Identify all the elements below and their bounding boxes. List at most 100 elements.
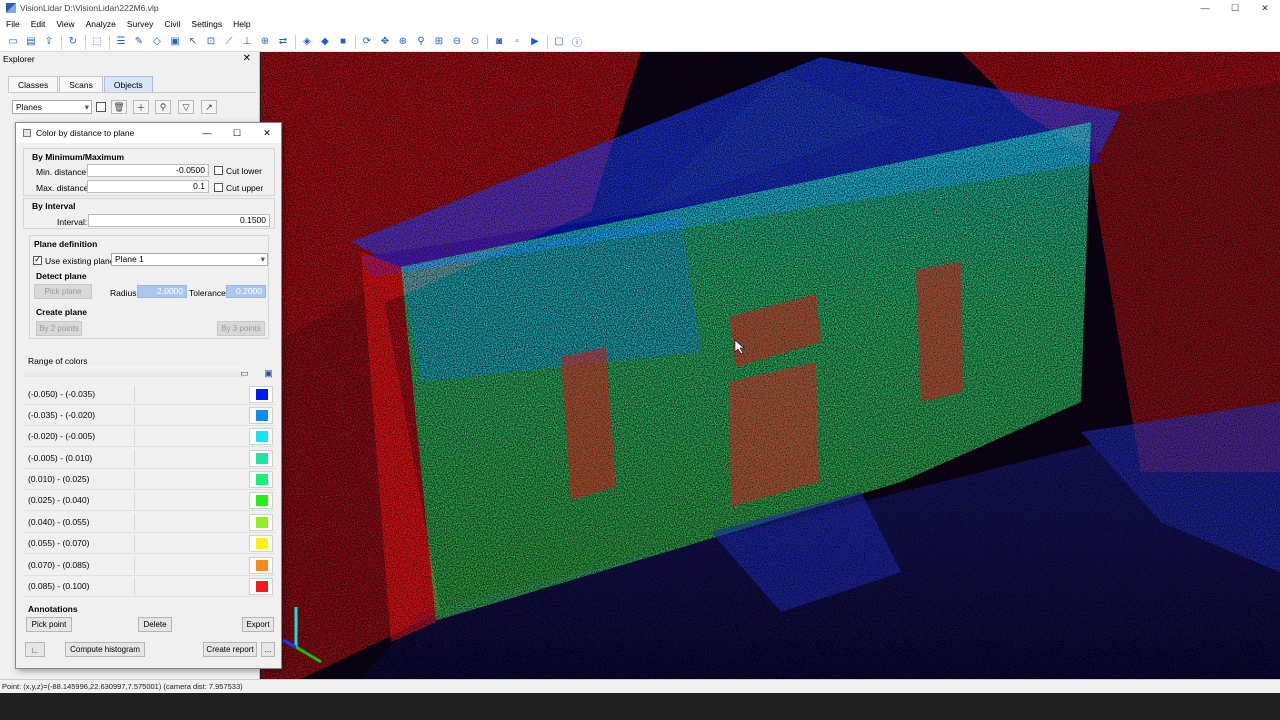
use-existing-plane-checkbox[interactable] <box>33 254 42 265</box>
range-description-cell[interactable] <box>134 386 246 403</box>
measure-icon[interactable]: ⟋ <box>222 35 236 49</box>
layers-icon[interactable]: ☰ <box>114 35 128 49</box>
cut-lower-checkbox[interactable] <box>214 166 223 175</box>
range-color-button[interactable] <box>249 514 273 531</box>
color-range-row[interactable]: (-0.050) - (-0.035) <box>24 384 275 405</box>
zoom-out-icon[interactable]: ⊖ <box>450 35 464 49</box>
tab-objects[interactable]: Objects <box>103 76 153 92</box>
menu-edit[interactable]: Edit <box>31 19 46 29</box>
range-description-cell[interactable] <box>134 557 246 574</box>
new-file-icon[interactable]: ▭ <box>6 35 20 49</box>
color-range-row[interactable]: (-0.005) - (0.010) <box>24 448 275 469</box>
radius-input[interactable]: 2.0000 <box>137 285 187 298</box>
refresh-icon[interactable]: ↻ <box>66 35 80 49</box>
select-all-checkbox[interactable] <box>96 102 106 112</box>
open-folder-icon[interactable]: ▤ <box>24 35 38 49</box>
interval-input[interactable]: 0.1500 <box>88 214 270 227</box>
close-button[interactable]: ✕ <box>1250 0 1280 16</box>
range-color-button[interactable] <box>249 450 273 467</box>
range-color-button[interactable] <box>249 557 273 574</box>
explorer-close-icon[interactable]: ✕ <box>243 53 251 64</box>
folder-open-icon[interactable]: ▭ <box>238 367 251 380</box>
move-icon[interactable]: ✥ <box>378 35 392 49</box>
maximize-button[interactable]: ☐ <box>1220 0 1250 16</box>
color-range-row[interactable]: (-0.020) - (-0.005) <box>24 426 275 447</box>
rotate-icon[interactable]: ⟳ <box>360 35 374 49</box>
export-icon[interactable]: ↗ <box>201 100 217 114</box>
add-icon[interactable]: ＋ <box>133 100 149 114</box>
delete-button[interactable]: Delete <box>138 617 172 632</box>
zoom-icon[interactable]: ⚲ <box>414 35 428 49</box>
menu-help[interactable]: Help <box>233 19 250 29</box>
cut-upper-checkbox[interactable] <box>214 183 223 192</box>
max-distance-input[interactable]: 0.1 <box>87 180 209 193</box>
menu-civil[interactable]: Civil <box>164 19 180 29</box>
range-color-button[interactable] <box>249 428 273 445</box>
cube-alt-icon[interactable]: ◆ <box>318 35 332 49</box>
menu-survey[interactable]: Survey <box>127 19 153 29</box>
orbit-icon[interactable]: ⊙ <box>468 35 482 49</box>
tab-classes[interactable]: Classes <box>8 76 59 92</box>
range-color-button[interactable] <box>249 578 273 595</box>
pointer-icon[interactable]: ↖ <box>186 35 200 49</box>
color-range-row[interactable]: (0.070) - (0.085) <box>24 555 275 576</box>
range-description-cell[interactable] <box>134 471 246 488</box>
range-description-cell[interactable] <box>134 514 246 531</box>
screenshot-icon[interactable]: ▢ <box>552 35 566 49</box>
range-description-cell[interactable] <box>134 428 246 445</box>
menu-settings[interactable]: Settings <box>191 19 222 29</box>
filter-icon[interactable]: ▽ <box>178 100 194 114</box>
range-color-button[interactable] <box>249 386 273 403</box>
color-range-row[interactable]: (0.025) - (0.040) <box>24 490 275 511</box>
object-type-select[interactable]: Planes <box>12 100 92 114</box>
save-icon[interactable]: ▣ <box>262 367 275 380</box>
box-select-icon[interactable]: ▣ <box>168 35 182 49</box>
color-range-row[interactable]: (0.055) - (0.070) <box>24 533 275 554</box>
pan-icon[interactable]: ⇄ <box>276 35 290 49</box>
menu-analyze[interactable]: Analyze <box>86 19 116 29</box>
minimize-button[interactable]: — <box>1190 0 1220 16</box>
range-description-cell[interactable] <box>134 407 246 424</box>
tolerance-input[interactable]: 0.2000 <box>226 285 266 298</box>
color-range-row[interactable]: (0.085) - (0.100) <box>24 576 275 597</box>
fit-icon[interactable]: ⊕ <box>258 35 272 49</box>
zoom-window-icon[interactable]: ⊞ <box>432 35 446 49</box>
cube-icon[interactable]: ◈ <box>300 35 314 49</box>
range-description-cell[interactable] <box>134 492 246 509</box>
axis-icon[interactable]: ∟ <box>25 642 45 657</box>
dialog-maximize-button[interactable]: ☐ <box>230 126 244 140</box>
dialog-minimize-button[interactable]: — <box>200 126 214 140</box>
menu-file[interactable]: File <box>6 19 20 29</box>
pick-plane-button[interactable]: Pick plane <box>34 284 92 299</box>
pick-point-button[interactable]: Pick point <box>26 617 72 632</box>
color-range-row[interactable]: (-0.035) - (-0.020) <box>24 405 275 426</box>
color-range-row[interactable]: (0.010) - (0.025) <box>24 469 275 490</box>
more-options-button[interactable]: ... <box>261 642 275 657</box>
camera-icon[interactable]: ◙ <box>492 35 506 49</box>
select-icon[interactable]: ⬚ <box>90 35 104 49</box>
search-icon[interactable]: ⚲ <box>155 100 171 114</box>
min-distance-input[interactable]: -0.0500 <box>87 164 209 177</box>
range-color-button[interactable] <box>249 535 273 552</box>
range-color-button[interactable] <box>249 407 273 424</box>
color-range-row[interactable]: (0.040) - (0.055) <box>24 512 275 533</box>
existing-plane-select[interactable]: Plane 1 <box>111 253 268 266</box>
play-icon[interactable]: ▶ <box>528 35 542 49</box>
range-color-button[interactable] <box>249 471 273 488</box>
box-select-alt-icon[interactable]: ⊡ <box>204 35 218 49</box>
upload-icon[interactable]: ⇪ <box>42 35 56 49</box>
info-icon[interactable]: ⓘ <box>570 35 584 49</box>
range-description-cell[interactable] <box>134 578 246 595</box>
by-2-points-button[interactable]: By 2 points <box>36 321 82 336</box>
dialog-close-button[interactable]: ✕ <box>260 126 274 140</box>
by-3-points-button[interactable]: By 3 points <box>217 321 265 336</box>
compute-histogram-button[interactable]: Compute histogram <box>65 642 145 657</box>
zoom-in-icon[interactable]: ⊕ <box>396 35 410 49</box>
height-icon[interactable]: ⊥ <box>240 35 254 49</box>
export-button[interactable]: Export <box>242 617 274 632</box>
point-cloud-viewport[interactable] <box>261 52 1280 679</box>
create-report-button[interactable]: Create report <box>203 642 257 657</box>
tab-scans[interactable]: Scans <box>59 76 103 92</box>
menu-view[interactable]: View <box>56 19 74 29</box>
range-description-cell[interactable] <box>134 535 246 552</box>
